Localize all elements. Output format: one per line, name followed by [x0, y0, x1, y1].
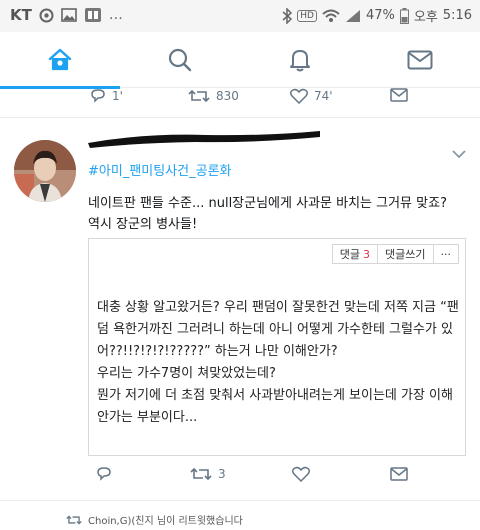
search-icon	[168, 48, 192, 72]
carrier-label: KT	[10, 6, 32, 24]
dm-button[interactable]	[390, 88, 408, 102]
retweet-icon	[188, 89, 210, 103]
chevron-down-icon	[452, 150, 466, 159]
heart-icon	[292, 466, 310, 482]
tweet-menu-button[interactable]	[452, 144, 466, 163]
battery-percent: 47%	[365, 8, 395, 23]
card-body-text: 대충 상황 알고왔거든? 우리 팬덤이 잘못한건 맞는데 저쪽 지금 “팬덤 욕…	[97, 297, 461, 429]
avatar-photo	[14, 140, 76, 202]
retweet-button[interactable]: 830	[188, 88, 239, 104]
retweet-icon	[190, 467, 212, 481]
comment-count: 3	[363, 247, 371, 261]
avatar[interactable]	[14, 140, 76, 202]
retweeted-by-text: Choin,G)(친지 님이 리트윗했습니다	[88, 516, 243, 527]
record-icon	[39, 8, 54, 23]
bluetooth-icon	[282, 7, 293, 24]
tab-search[interactable]	[120, 32, 240, 88]
card-line: 대충 상황 알고왔거든? 우리 팬덤이 잘못한건 맞는데 저쪽 지금 “팬덤 욕…	[97, 300, 459, 359]
tweet-actions: 3	[0, 462, 480, 492]
tab-home[interactable]	[0, 32, 120, 89]
mail-icon	[390, 467, 408, 481]
hashtag-link[interactable]: #아미_팬미팅사건_공론화	[88, 160, 232, 179]
redaction-scribble	[88, 131, 320, 148]
tab-messages[interactable]	[360, 32, 480, 88]
retweeted-by-note[interactable]: Choin,G)(친지 님이 리트윗했습니다	[66, 512, 243, 527]
tab-notifications[interactable]	[240, 32, 360, 88]
reply-button[interactable]	[96, 466, 112, 482]
retweet-count: 3	[218, 467, 226, 481]
card-more-button[interactable]: ···	[432, 244, 459, 264]
reply-count: 1'	[112, 89, 123, 103]
comment-controls: 댓글 3 댓글쓰기 ···	[331, 244, 459, 264]
bell-icon	[290, 50, 310, 72]
time-ampm: 오후	[413, 10, 438, 25]
wifi-icon	[322, 9, 340, 23]
mail-icon	[407, 50, 433, 70]
battery-icon	[399, 7, 409, 24]
tweet-text: 네이트판 팬들 수준... null장군님에게 사과문 바치는 그거뮤 맞죠? …	[88, 196, 447, 232]
retweet-count: 830	[216, 89, 239, 103]
fan-icon	[84, 7, 102, 23]
write-comment-button[interactable]: 댓글쓰기	[377, 244, 434, 264]
comment-count-button[interactable]: 댓글 3	[331, 244, 379, 264]
clock-time: 5:16	[442, 8, 472, 23]
card-line: 뭔가 저기에 더 초점 맞춰서 사과받아내려는게 보이는데 가장 이해안가는 부…	[97, 388, 453, 425]
tab-bar	[0, 32, 480, 89]
like-button[interactable]	[292, 466, 310, 482]
divider	[0, 500, 480, 501]
like-button[interactable]: 74'	[290, 88, 333, 104]
network-badge: HD	[297, 9, 317, 22]
retweet-button[interactable]: 3	[190, 466, 226, 482]
more-dots-icon: …	[108, 7, 123, 23]
reply-icon	[97, 467, 111, 481]
status-bar: KT … HD 47% 오후 5:16	[0, 0, 480, 32]
attached-image[interactable]: 댓글 3 댓글쓰기 ··· 대충 상황 알고왔거든? 우리 팬덤이 잘못한건 맞…	[88, 238, 466, 456]
card-line: 우리는 가수7명이 쳐맞았었는데?	[97, 366, 276, 381]
heart-icon	[290, 88, 308, 104]
mail-icon	[390, 88, 408, 102]
signal-icon	[345, 9, 361, 23]
image-icon	[61, 8, 77, 22]
reply-icon	[91, 89, 105, 103]
previous-tweet-actions: 1' 830 74'	[0, 88, 480, 118]
reply-button[interactable]: 1'	[90, 88, 123, 104]
like-count: 74'	[314, 89, 333, 103]
dm-button[interactable]	[390, 467, 408, 481]
home-icon	[48, 48, 72, 71]
retweet-icon	[66, 514, 82, 525]
comment-label: 댓글	[339, 248, 361, 261]
